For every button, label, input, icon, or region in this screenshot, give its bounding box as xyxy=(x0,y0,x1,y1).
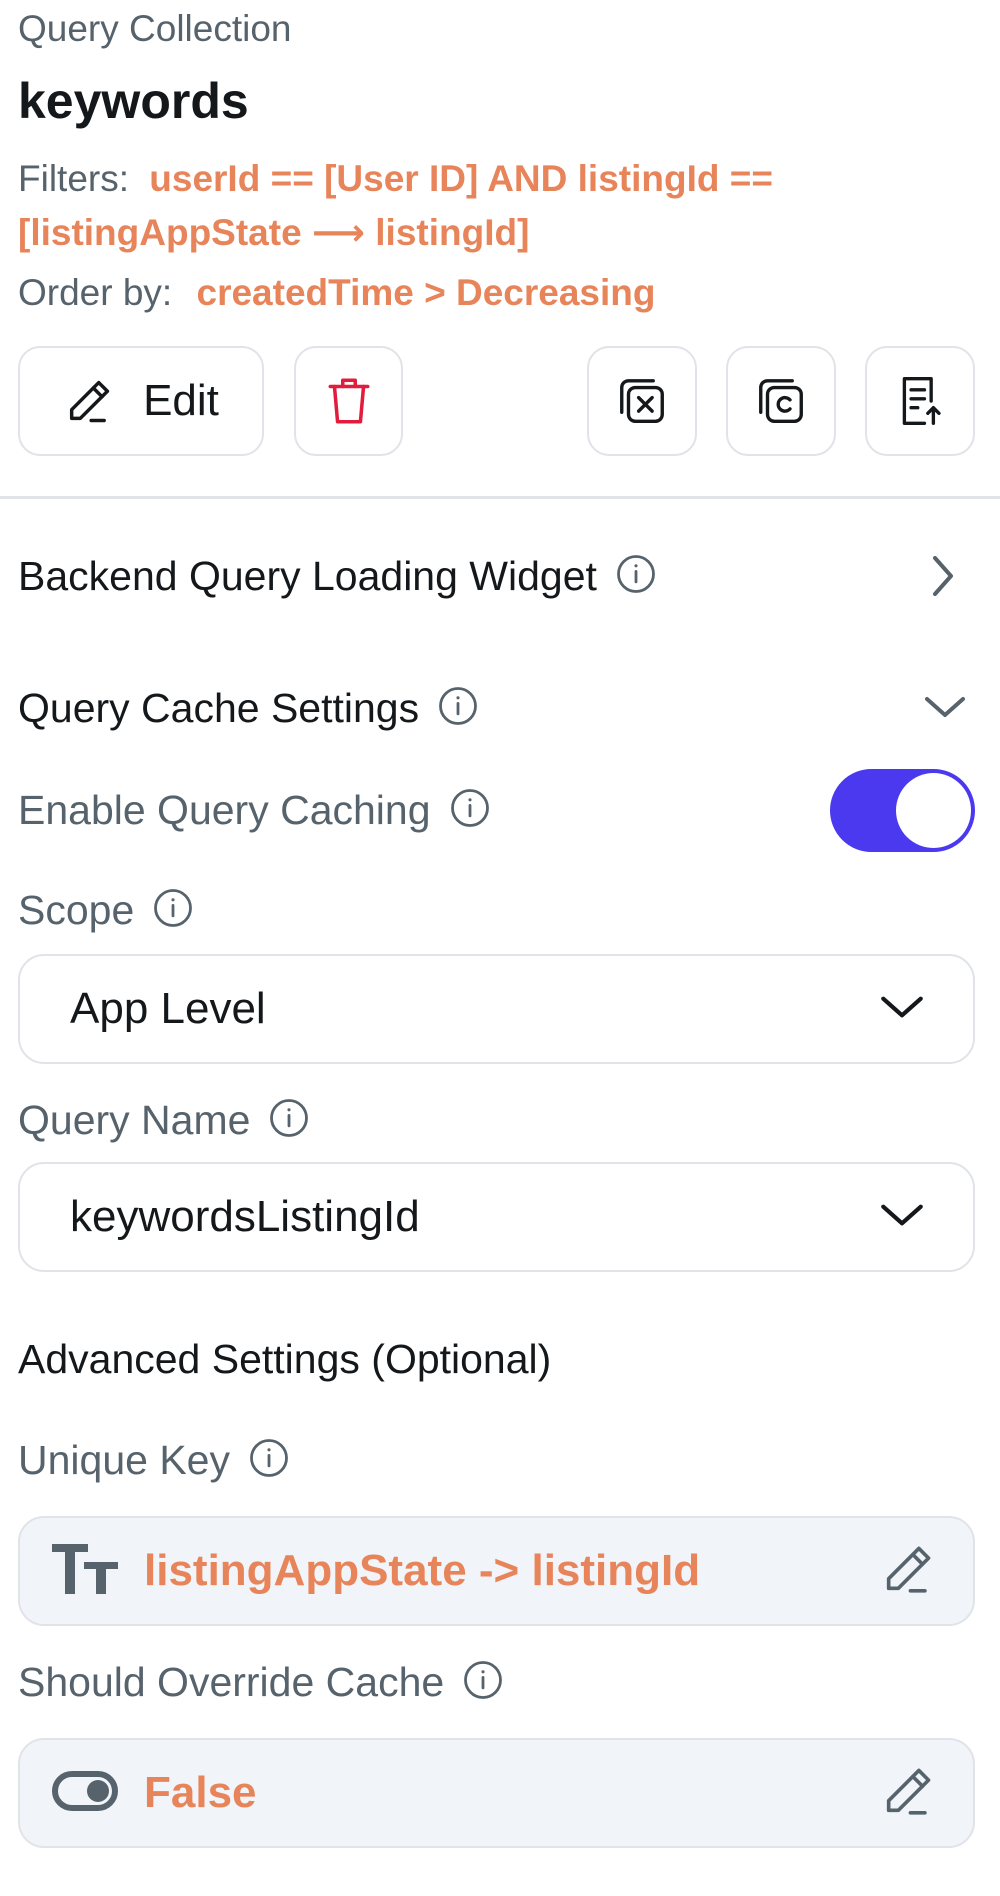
unique-key-value: listingAppState -> listingId xyxy=(144,1546,701,1595)
copy-icon xyxy=(754,374,808,428)
info-icon[interactable] xyxy=(449,787,491,834)
info-icon[interactable] xyxy=(615,553,657,600)
filters-label: Filters: xyxy=(18,158,129,199)
enable-caching-row: Enable Query Caching xyxy=(18,780,491,840)
order-label: Order by: xyxy=(18,272,173,313)
enable-caching-label: Enable Query Caching xyxy=(18,786,431,833)
divider xyxy=(0,496,1000,499)
query-name-label: Query Name xyxy=(18,1096,251,1143)
cache-settings-row[interactable]: Query Cache Settings xyxy=(18,678,975,738)
edit-button[interactable]: Edit xyxy=(18,346,264,456)
pencil-icon xyxy=(63,375,115,427)
override-cache-field[interactable]: False xyxy=(18,1738,975,1848)
info-icon[interactable] xyxy=(152,887,194,934)
order-value: createdTime > Decreasing xyxy=(196,272,656,313)
advanced-settings-title: Advanced Settings (Optional) xyxy=(18,1336,552,1382)
scope-label: Scope xyxy=(18,886,135,933)
toggle-type-icon xyxy=(52,1770,118,1816)
toggle-knob xyxy=(896,773,971,848)
backend-loading-title: Backend Query Loading Widget xyxy=(18,552,597,599)
collection-name: keywords xyxy=(18,73,249,129)
delete-button[interactable] xyxy=(294,346,403,456)
info-icon[interactable] xyxy=(248,1437,290,1484)
clear-variable-icon xyxy=(615,374,669,428)
override-cache-row: Should Override Cache xyxy=(18,1652,504,1712)
pencil-icon[interactable] xyxy=(879,1762,937,1825)
copy-button[interactable] xyxy=(726,346,836,456)
info-icon[interactable] xyxy=(462,1659,504,1706)
chevron-right-icon[interactable] xyxy=(925,552,961,605)
trash-icon xyxy=(324,374,374,428)
backend-loading-row[interactable]: Backend Query Loading Widget xyxy=(18,546,975,606)
pencil-icon[interactable] xyxy=(879,1540,937,1603)
chevron-down-icon xyxy=(877,990,927,1029)
query-settings-panel: Query Collection keywords Filters: userI… xyxy=(0,0,1000,1896)
info-icon[interactable] xyxy=(437,685,479,732)
query-name-value: keywordsListingId xyxy=(70,1192,420,1241)
unique-key-label: Unique Key xyxy=(18,1436,230,1483)
export-button[interactable] xyxy=(865,346,975,456)
text-type-icon xyxy=(52,1543,118,1599)
enable-caching-toggle[interactable] xyxy=(830,769,975,852)
override-cache-label: Should Override Cache xyxy=(18,1658,445,1705)
unique-key-row: Unique Key xyxy=(18,1430,290,1490)
edit-label: Edit xyxy=(143,376,219,425)
scope-row: Scope xyxy=(18,880,194,940)
filters-value-line2: [listingAppState ⟶ listingId] xyxy=(18,212,530,253)
order-block: Order by: createdTime > Decreasing xyxy=(18,272,655,314)
info-icon[interactable] xyxy=(268,1097,310,1144)
filters-block: Filters: userId == [User ID] AND listing… xyxy=(18,152,978,260)
chevron-down-icon xyxy=(877,1198,927,1237)
cache-settings-title: Query Cache Settings xyxy=(18,684,420,731)
query-name-select[interactable]: keywordsListingId xyxy=(18,1162,975,1272)
clear-variable-button[interactable] xyxy=(587,346,697,456)
export-icon xyxy=(893,372,947,430)
scope-select[interactable]: App Level xyxy=(18,954,975,1064)
chevron-down-icon[interactable] xyxy=(921,690,969,729)
filters-value: userId == [User ID] AND listingId == xyxy=(149,158,773,199)
query-name-row: Query Name xyxy=(18,1090,310,1150)
query-type-label: Query Collection xyxy=(18,8,292,49)
override-cache-value: False xyxy=(144,1768,257,1817)
unique-key-field[interactable]: listingAppState -> listingId xyxy=(18,1516,975,1626)
scope-value: App Level xyxy=(70,984,266,1033)
